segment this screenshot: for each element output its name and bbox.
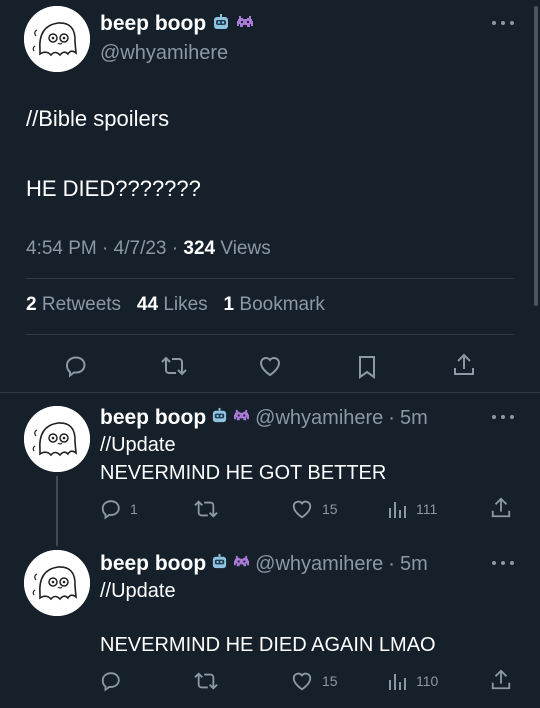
scrollbar-thumb[interactable]	[534, 6, 538, 306]
engagement-stats: 2 Retweets 44 Likes 1 Bookmark	[26, 294, 325, 316]
share-button[interactable]	[490, 668, 512, 692]
alien-monster-emoji-icon	[236, 14, 254, 35]
share-icon	[454, 353, 474, 375]
retweet-icon	[161, 356, 187, 376]
bookmark-icon	[359, 356, 375, 379]
more-icon[interactable]	[490, 19, 516, 27]
bookmarks-stat[interactable]: 1 Bookmark	[224, 294, 325, 315]
handle[interactable]: @whyamihere	[255, 407, 383, 430]
retweet-button[interactable]	[193, 670, 219, 692]
views-count: 324	[183, 238, 216, 259]
reply-button[interactable]	[64, 354, 88, 378]
reply-text-line-1: //Update	[100, 580, 176, 602]
divider	[26, 334, 514, 335]
retweet-button[interactable]	[160, 354, 188, 378]
reply-icon	[65, 356, 86, 378]
views-icon	[389, 502, 406, 518]
retweet-button[interactable]	[193, 498, 219, 520]
views-icon	[389, 674, 406, 690]
view-count: 110	[416, 673, 439, 689]
tweet-time[interactable]: 4:54 PM	[26, 238, 97, 259]
avatar[interactable]	[24, 6, 90, 72]
divider	[0, 392, 540, 393]
handle[interactable]: @whyamihere	[255, 553, 383, 576]
scrollbar[interactable]	[532, 0, 540, 708]
reply-button[interactable]: 1	[100, 498, 138, 520]
reply-icon	[101, 672, 120, 692]
robot-emoji-icon	[211, 553, 228, 575]
display-name[interactable]: beep boop	[100, 12, 206, 36]
views-button[interactable]: 111	[386, 498, 437, 520]
tweet-age[interactable]: 5m	[400, 553, 428, 576]
ghost-avatar-image	[24, 550, 90, 616]
robot-emoji-icon	[212, 13, 230, 36]
share-icon	[491, 669, 511, 690]
handle[interactable]: @whyamihere	[100, 42, 228, 65]
like-icon	[259, 357, 281, 377]
alien-monster-emoji-icon	[233, 554, 250, 574]
more-icon[interactable]	[490, 413, 516, 421]
retweets-stat[interactable]: 2 Retweets	[26, 294, 121, 315]
ghost-avatar-image	[24, 406, 90, 472]
tweet-age[interactable]: 5m	[400, 407, 428, 430]
divider	[26, 278, 514, 279]
views-button[interactable]: 110	[386, 670, 438, 692]
reply-count: 1	[130, 501, 138, 517]
retweet-icon	[194, 500, 218, 518]
like-icon	[292, 500, 312, 519]
reply-button[interactable]	[100, 670, 122, 692]
share-icon	[491, 497, 511, 518]
like-button[interactable]: 15	[290, 670, 338, 692]
tweet-text-line-2: HE DIED???????	[26, 176, 201, 201]
view-count: 111	[416, 501, 438, 517]
avatar[interactable]	[24, 406, 90, 472]
bookmark-button[interactable]	[356, 354, 378, 380]
display-name[interactable]: beep boop	[100, 406, 206, 430]
retweet-icon	[194, 672, 218, 690]
thread-line	[56, 476, 58, 546]
likes-stat[interactable]: 44 Likes	[137, 294, 208, 315]
ghost-avatar-image	[24, 6, 90, 72]
display-name[interactable]: beep boop	[100, 552, 206, 576]
reply-text-line-1: //Update	[100, 434, 176, 456]
reply-text-line-2: NEVERMIND HE GOT BETTER	[100, 462, 387, 484]
avatar[interactable]	[24, 550, 90, 616]
views-label: Views	[220, 238, 271, 259]
more-icon[interactable]	[490, 559, 516, 567]
tweet-text-line-1: //Bible spoilers	[26, 106, 170, 131]
reply-text-line-2: NEVERMIND HE DIED AGAIN LMAO	[100, 634, 436, 656]
like-count: 15	[322, 501, 338, 517]
like-icon	[292, 672, 312, 691]
reply-icon	[101, 500, 120, 520]
alien-monster-emoji-icon	[233, 408, 250, 428]
tweet-date[interactable]: 4/7/23	[114, 238, 167, 259]
like-count: 15	[322, 673, 338, 689]
robot-emoji-icon	[211, 407, 228, 429]
tweet-meta: 4:54 PM · 4/7/23 · 324 Views	[26, 238, 271, 259]
like-button[interactable]: 15	[290, 498, 338, 520]
share-button[interactable]	[452, 352, 476, 378]
share-button[interactable]	[490, 496, 512, 520]
like-button[interactable]	[257, 354, 283, 378]
